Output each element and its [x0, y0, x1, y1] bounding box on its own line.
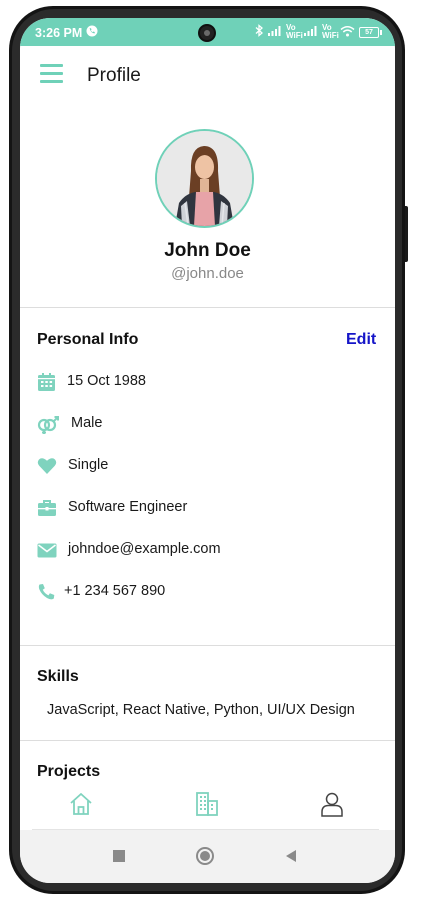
- back-triangle-icon[interactable]: [284, 849, 298, 868]
- envelope-icon: [37, 540, 57, 560]
- status-icons: Vo WiFi Vo WiFi 57: [255, 23, 382, 41]
- skills-title: Skills: [37, 668, 79, 685]
- info-text: Male: [71, 415, 103, 431]
- recents-square-icon[interactable]: [113, 850, 125, 862]
- battery-icon: 57: [359, 26, 382, 38]
- info-row-relationship: Single: [37, 454, 377, 478]
- info-row-gender: Male: [37, 412, 377, 436]
- profile-handle: @john.doe: [171, 265, 244, 282]
- status-time: 3:26 PM: [35, 26, 83, 40]
- info-row-email: johndoe@example.com: [37, 538, 377, 562]
- gender-icon: [37, 414, 59, 434]
- bluetooth-icon: [255, 24, 264, 40]
- divider-personal-info: [20, 645, 395, 646]
- wifi-icon: [340, 25, 355, 40]
- phone-call-icon: [86, 25, 98, 40]
- bottom-nav: [20, 780, 395, 830]
- info-row-birthday: 15 Oct 1988: [37, 370, 377, 394]
- info-text: 15 Oct 1988: [67, 373, 146, 389]
- personal-info-title: Personal Info: [37, 331, 139, 348]
- calendar-icon: [37, 372, 57, 392]
- building-icon[interactable]: [193, 790, 221, 818]
- info-text: Software Engineer: [68, 499, 188, 515]
- front-camera: [198, 24, 216, 42]
- projects-title: Projects: [37, 763, 101, 780]
- phone-side-button: [405, 206, 408, 262]
- hamburger-menu-icon[interactable]: [40, 64, 63, 83]
- info-row-phone: +1 234 567 890: [37, 580, 377, 604]
- vo-wifi-label-1: Vo WiFi: [286, 23, 303, 40]
- signal-icon: [268, 25, 282, 39]
- skills-text: JavaScript, React Native, Python, UI/UX …: [47, 702, 355, 718]
- info-text: johndoe@example.com: [68, 541, 221, 557]
- user-icon[interactable]: [318, 790, 346, 818]
- avatar[interactable]: [155, 129, 254, 228]
- info-text: +1 234 567 890: [64, 583, 166, 599]
- phone-screen: 3:26 PM Vo WiFi Vo WiFi 57 Profile John …: [20, 18, 395, 883]
- edit-button[interactable]: Edit: [346, 331, 376, 349]
- info-row-occupation: Software Engineer: [37, 496, 377, 520]
- page-title: Profile: [87, 65, 141, 86]
- info-text: Single: [68, 457, 109, 473]
- home-circle-icon[interactable]: [196, 847, 214, 865]
- briefcase-icon: [37, 498, 57, 518]
- heart-icon: [37, 456, 57, 476]
- signal-icon-2: [304, 25, 318, 39]
- divider-profile: [20, 307, 395, 308]
- avatar-photo: [157, 131, 252, 226]
- vo-wifi-label-2: Vo WiFi: [322, 23, 339, 40]
- system-nav-bar: [20, 830, 395, 883]
- profile-name: John Doe: [164, 240, 251, 261]
- status-bar: 3:26 PM Vo WiFi Vo WiFi 57: [20, 18, 395, 46]
- divider-skills: [20, 740, 395, 741]
- phone-icon: [37, 582, 57, 602]
- app-header: Profile: [20, 46, 395, 102]
- home-icon[interactable]: [67, 790, 95, 818]
